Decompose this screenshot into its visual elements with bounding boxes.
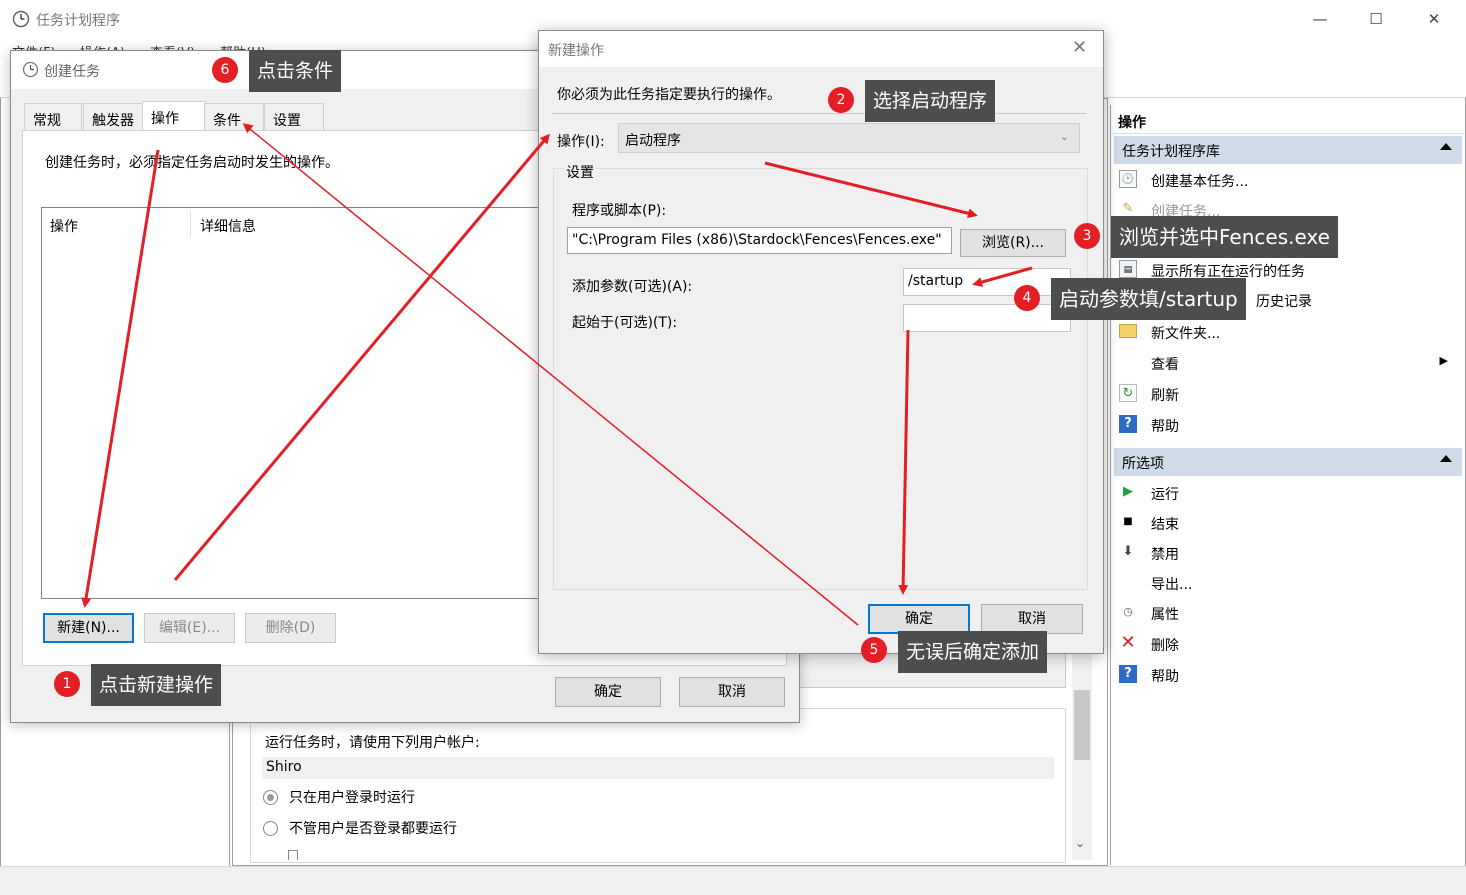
help-icon: ? xyxy=(1119,665,1137,683)
start-in-label: 起始于(可选)(T): xyxy=(572,315,678,331)
folder-icon xyxy=(1119,324,1137,338)
edit-action-button[interactable]: 编辑(E)... xyxy=(144,613,235,643)
scroll-down-icon[interactable]: ⌄ xyxy=(1075,836,1085,850)
disable-icon: ⬇ xyxy=(1122,544,1134,559)
program-script-input[interactable]: "C:\Program Files (x86)\Stardock\Fences\… xyxy=(567,227,952,254)
callout-5-badge: 5 xyxy=(861,637,887,663)
run-as-label: 运行任务时，请使用下列用户帐户: xyxy=(265,735,480,751)
clock-icon xyxy=(12,10,30,28)
action-help-selected[interactable]: ? 帮助 xyxy=(1116,660,1460,690)
callout-2-badge: 2 xyxy=(828,87,854,113)
section-selected-label: 所选项 xyxy=(1122,456,1164,472)
status-bar xyxy=(0,866,1466,895)
action-help-library[interactable]: ? 帮助 xyxy=(1116,410,1460,440)
radio-run-always[interactable] xyxy=(263,821,278,836)
radio-run-logged-on-label: 只在用户登录时运行 xyxy=(289,790,415,806)
new-action-cancel-button[interactable]: 取消 xyxy=(981,604,1083,634)
tab-conditions[interactable]: 条件 xyxy=(204,103,264,131)
new-action-instruction: 你必须为此任务指定要执行的操作。 xyxy=(557,87,781,103)
new-action-titlebar xyxy=(539,31,1103,67)
checkbox-partial[interactable] xyxy=(288,850,298,860)
callout-4-text: 启动参数填/startup xyxy=(1051,278,1246,320)
user-account-field: Shiro xyxy=(262,757,1054,779)
running-tasks-icon: ▤ xyxy=(1119,260,1137,278)
history-label-tail: 历史记录 xyxy=(1256,291,1316,311)
callout-6-text: 点击条件 xyxy=(249,50,342,92)
divider xyxy=(552,113,1086,114)
section-selected[interactable]: 所选项 xyxy=(1114,448,1462,476)
radio-run-always-label: 不管用户是否登录都要运行 xyxy=(289,821,457,837)
column-header-details[interactable]: 详细信息 xyxy=(200,216,256,236)
callout-1-badge: 1 xyxy=(54,671,80,697)
chevron-down-icon: ⌄ xyxy=(1059,130,1069,143)
collapse-icon[interactable] xyxy=(1440,455,1452,462)
action-export[interactable]: 导出... xyxy=(1116,568,1460,598)
help-icon: ? xyxy=(1119,415,1137,433)
delete-icon: ✕ xyxy=(1120,632,1136,653)
window-title: 任务计划程序 xyxy=(36,13,120,29)
callout-6-badge: 6 xyxy=(212,57,238,83)
create-task-cancel-button[interactable]: 取消 xyxy=(679,677,785,707)
callout-3-text: 浏览并选中Fences.exe xyxy=(1111,216,1338,258)
callout-3-badge: 3 xyxy=(1074,223,1100,249)
actions-header: 操作 xyxy=(1112,106,1464,134)
center-scrollbar-thumb[interactable] xyxy=(1074,690,1090,760)
radio-run-logged-on[interactable] xyxy=(263,790,278,805)
new-action-title: 新建操作 xyxy=(548,43,604,59)
actions-description: 创建任务时，必须指定任务启动时发生的操作。 xyxy=(45,155,339,171)
column-header-action[interactable]: 操作 xyxy=(50,216,78,236)
action-run[interactable]: ▶ 运行 xyxy=(1116,478,1460,508)
new-action-button[interactable]: 新建(N)... xyxy=(43,613,134,643)
action-delete[interactable]: ✕ 删除 xyxy=(1116,629,1460,659)
section-library-label: 任务计划程序库 xyxy=(1122,144,1220,160)
column-divider xyxy=(190,210,191,238)
arguments-label: 添加参数(可选)(A): xyxy=(572,279,693,295)
actions-list[interactable] xyxy=(41,207,561,599)
create-task-ok-button[interactable]: 确定 xyxy=(555,677,661,707)
delete-action-button[interactable]: 删除(D) xyxy=(245,613,336,643)
create-task-title: 创建任务 xyxy=(44,64,100,80)
action-create-basic-task[interactable]: 🕑 创建基本任务... xyxy=(1116,165,1460,195)
refresh-icon: ↻ xyxy=(1119,384,1137,402)
arguments-input[interactable]: /startup xyxy=(903,268,1071,296)
action-refresh[interactable]: ↻ 刷新 xyxy=(1116,379,1460,409)
action-new-folder[interactable]: 新文件夹... xyxy=(1116,317,1460,347)
properties-icon: ◷ xyxy=(1123,605,1133,618)
close-icon[interactable]: ✕ xyxy=(1072,37,1087,58)
clock-icon xyxy=(22,61,39,78)
browse-button[interactable]: 浏览(R)... xyxy=(960,229,1066,257)
tab-triggers[interactable]: 触发器 xyxy=(83,103,143,131)
stop-icon: ■ xyxy=(1123,516,1133,527)
action-type-value: 启动程序 xyxy=(625,133,681,149)
minimize-button[interactable]: — xyxy=(1300,6,1340,32)
tab-actions[interactable]: 操作 xyxy=(142,101,206,132)
action-properties[interactable]: ◷ 属性 xyxy=(1116,598,1460,628)
section-library[interactable]: 任务计划程序库 xyxy=(1114,136,1462,164)
tab-general[interactable]: 常规 xyxy=(24,103,82,131)
start-in-input[interactable] xyxy=(903,304,1071,332)
maximize-button[interactable]: ☐ xyxy=(1356,6,1396,32)
collapse-icon[interactable] xyxy=(1440,143,1452,150)
callout-1-text: 点击新建操作 xyxy=(91,664,222,706)
run-icon: ▶ xyxy=(1123,484,1133,499)
action-type-label: 操作(I): xyxy=(557,134,605,150)
callout-5-text: 无误后确定添加 xyxy=(898,631,1048,673)
callout-2-text: 选择启动程序 xyxy=(865,80,996,122)
action-type-select[interactable]: 启动程序 ⌄ xyxy=(618,123,1080,153)
close-button[interactable]: ✕ xyxy=(1414,6,1454,32)
callout-4-badge: 4 xyxy=(1014,285,1040,311)
tab-settings[interactable]: 设置 xyxy=(264,103,324,131)
action-view[interactable]: 查看 ▶ xyxy=(1116,348,1460,378)
new-action-ok-button[interactable]: 确定 xyxy=(868,604,970,634)
action-end[interactable]: ■ 结束 xyxy=(1116,508,1460,538)
program-script-label: 程序或脚本(P): xyxy=(572,203,667,219)
submenu-arrow-icon: ▶ xyxy=(1439,354,1448,367)
create-basic-task-icon: 🕑 xyxy=(1119,170,1137,188)
settings-group-label: 设置 xyxy=(564,162,596,182)
action-disable[interactable]: ⬇ 禁用 xyxy=(1116,538,1460,568)
